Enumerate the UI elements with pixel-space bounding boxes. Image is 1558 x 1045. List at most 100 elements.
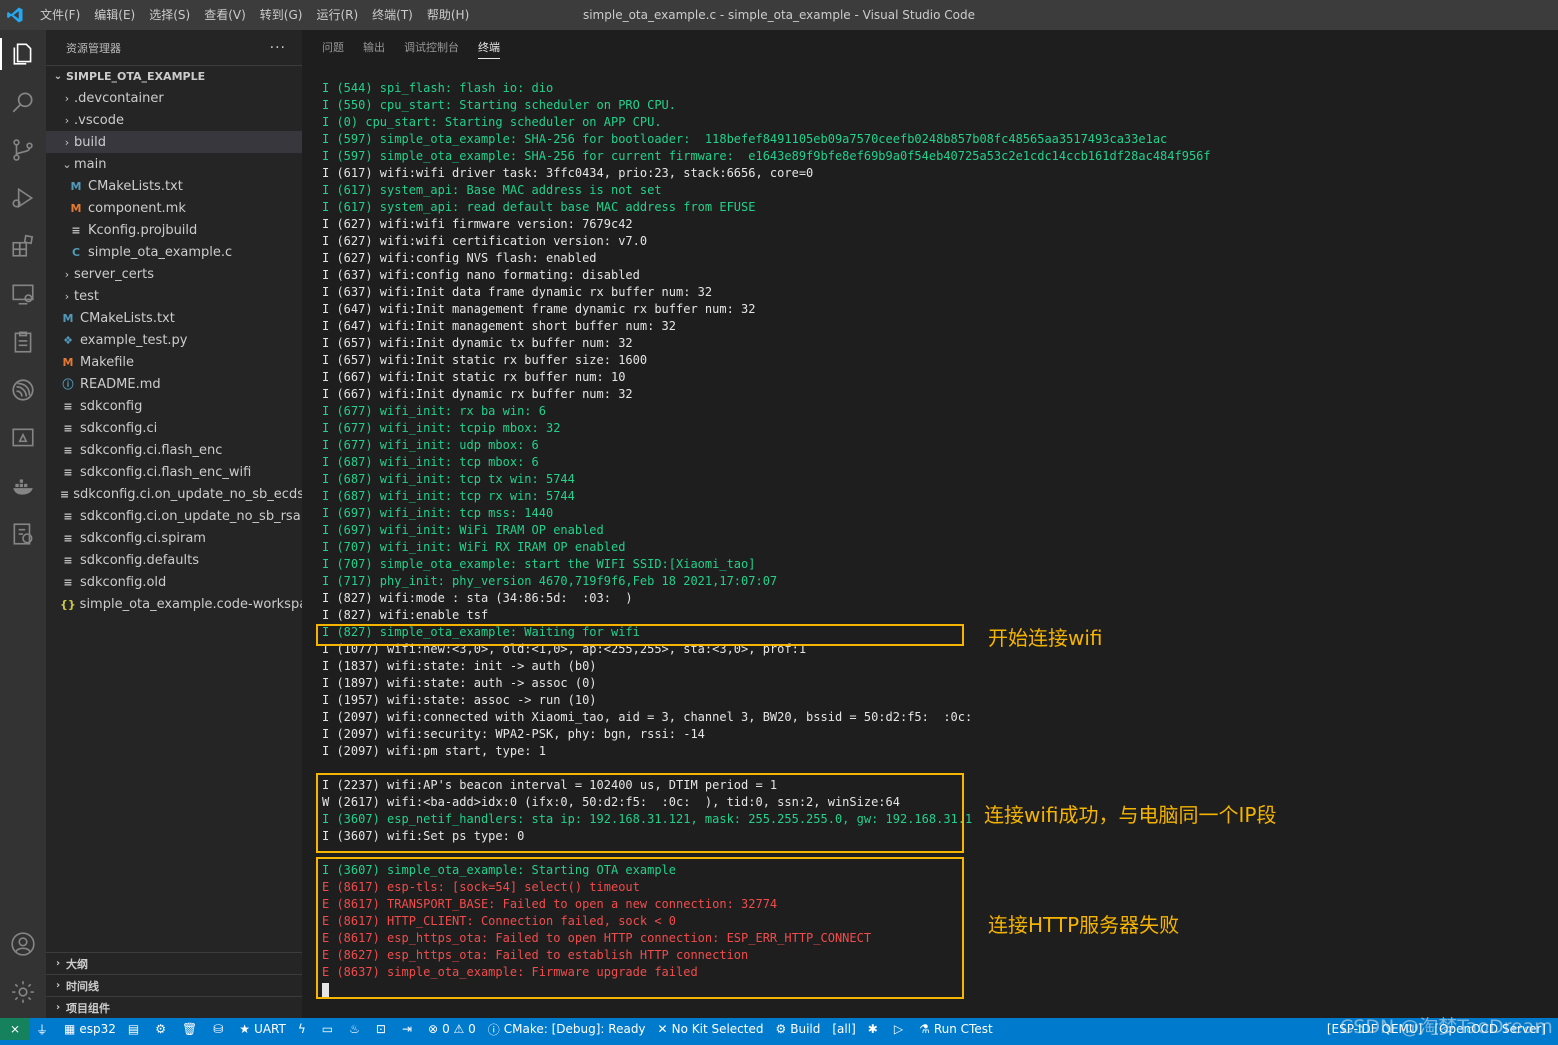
tree-item[interactable]: Mcomponent.mk: [46, 197, 302, 219]
remote-indicator-icon[interactable]: ⨯: [0, 1018, 30, 1040]
status-item[interactable]: ⚙ Build: [769, 1018, 826, 1040]
project-section-header[interactable]: ⌄ SIMPLE_OTA_EXAMPLE: [46, 65, 302, 87]
pio-icon[interactable]: [7, 422, 39, 454]
panel-tab[interactable]: 问题: [322, 30, 344, 65]
tree-item[interactable]: ≡ sdkconfig.ci.spiram: [46, 527, 302, 549]
terminal-line: I (657) wifi:Init static rx buffer size:…: [322, 353, 648, 367]
highlight-wifi-connected: [316, 773, 964, 853]
file-type-icon: M: [62, 355, 74, 369]
terminal-line: I (697) wifi_init: tcp mss: 1440: [322, 506, 554, 520]
tree-item[interactable]: M Makefile: [46, 351, 302, 373]
tree-item[interactable]: › build: [46, 131, 302, 153]
status-item[interactable]: ▷: [888, 1018, 913, 1040]
status-item[interactable]: ✕ No Kit Selected: [652, 1018, 770, 1040]
settings-gear-icon[interactable]: [7, 976, 39, 1008]
tree-item[interactable]: ⓘ README.md: [46, 373, 302, 395]
tree-item[interactable]: ≡ Kconfig.projbuild: [46, 219, 302, 241]
tree-item[interactable]: › server_certs: [46, 263, 302, 285]
status-item-label: esp32: [79, 1022, 116, 1036]
collapsed-section-header[interactable]: › 项目组件: [46, 996, 302, 1018]
tree-item[interactable]: M CMakeLists.txt: [46, 307, 302, 329]
collapsed-section-header[interactable]: › 大纲: [46, 952, 302, 974]
tree-item[interactable]: ≡ sdkconfig.old: [46, 571, 302, 593]
tree-item[interactable]: ⌄ main: [46, 153, 302, 175]
tree-item[interactable]: ≡ sdkconfig.ci.on_update_no_sb_ecdsa: [46, 483, 312, 505]
tree-item[interactable]: M CMakeLists.txt: [46, 175, 302, 197]
tree-item[interactable]: Csimple_ota_example.c: [46, 241, 302, 263]
panel-tab[interactable]: 输出: [363, 30, 385, 65]
menu-item[interactable]: 运行(R): [309, 0, 365, 30]
menu-item[interactable]: 帮助(H): [420, 0, 476, 30]
file-type-icon: ≡: [71, 223, 81, 237]
tree-item[interactable]: {} simple_ota_example.code-workspace: [46, 593, 322, 615]
panel-tab[interactable]: 调试控制台: [404, 30, 459, 65]
tree-item[interactable]: ≡ sdkconfig.ci.flash_enc: [46, 439, 302, 461]
tree-item[interactable]: › test: [46, 285, 302, 307]
tree-item-label: sdkconfig.ci.flash_enc: [80, 442, 223, 458]
terminal-line: I (617) wifi:wifi driver task: 3ffc0434,…: [322, 166, 814, 180]
espressif-icon[interactable]: [7, 374, 39, 406]
status-item[interactable]: ⚙: [149, 1018, 176, 1040]
tree-item[interactable]: ≡ sdkconfig.ci.flash_enc_wifi: [46, 461, 302, 483]
tree-item-label: sdkconfig.ci.spiram: [80, 530, 206, 546]
status-item[interactable]: 🗑: [176, 1018, 207, 1040]
watermark: CSDN @淘梦TaoDream: [1340, 1016, 1553, 1038]
status-item-label: 0 ⚠ 0: [442, 1022, 476, 1036]
status-item[interactable]: ▦ esp32: [58, 1018, 122, 1040]
menu-item[interactable]: 转到(G): [253, 0, 310, 30]
status-item[interactable]: [all]: [826, 1018, 861, 1040]
menu-item[interactable]: 选择(S): [142, 0, 197, 30]
source-control-icon[interactable]: [7, 134, 39, 166]
terminal-line: I (617) system_api: Base MAC address is …: [322, 183, 662, 197]
file-type-icon: ≡: [63, 509, 73, 523]
tree-item-label: .vscode: [74, 112, 124, 128]
status-item[interactable]: ♨: [343, 1018, 370, 1040]
menu-item[interactable]: 文件(F): [33, 0, 87, 30]
status-item[interactable]: ★ UART: [233, 1018, 292, 1040]
menu-item[interactable]: 编辑(E): [87, 0, 142, 30]
tasks-icon[interactable]: [7, 326, 39, 358]
section-title: 大纲: [66, 957, 88, 971]
status-item[interactable]: ✱: [862, 1018, 888, 1040]
tree-item-label: component.mk: [88, 200, 186, 216]
status-item[interactable]: ⇥: [396, 1018, 422, 1040]
status-item[interactable]: ⊡: [370, 1018, 396, 1040]
status-item[interactable]: ⏚: [30, 1018, 58, 1040]
status-item[interactable]: ϟ: [292, 1018, 316, 1040]
menu-item[interactable]: 查看(V): [197, 0, 253, 30]
run-debug-icon[interactable]: [7, 182, 39, 214]
remote-explorer-icon[interactable]: [7, 278, 39, 310]
tree-item-label: CMakeLists.txt: [88, 178, 183, 194]
status-item[interactable]: ⊗ 0 ⚠ 0: [422, 1018, 482, 1040]
chevron-down-icon: ⌄: [53, 71, 63, 82]
menu-item[interactable]: 终端(T): [365, 0, 420, 30]
collapsed-section-header[interactable]: › 时间线: [46, 974, 302, 996]
tree-item[interactable]: › .devcontainer: [46, 87, 302, 109]
extensions-icon[interactable]: [7, 230, 39, 262]
bottom-panel: 问题 输出 调试控制台 终端 I (544) spi_flash: flash io:…: [302, 30, 1558, 1018]
sidebar-title: 资源管理器: [66, 41, 121, 55]
search-icon[interactable]: [7, 86, 39, 118]
terminal-line: I (2097) wifi:pm start, type: 1: [322, 744, 546, 758]
file-type-icon: ≡: [63, 575, 73, 589]
status-item[interactable]: ▤: [122, 1018, 149, 1040]
status-item[interactable]: ▭: [316, 1018, 343, 1040]
file-type-icon: C: [71, 245, 81, 259]
status-item[interactable]: ⚗ Run CTest: [913, 1018, 999, 1040]
tree-item[interactable]: ≡ sdkconfig.defaults: [46, 549, 302, 571]
tree-item[interactable]: › .vscode: [46, 109, 302, 131]
docker-icon[interactable]: [7, 470, 39, 502]
tree-item[interactable]: ≡ sdkconfig.ci.on_update_no_sb_rsa: [46, 505, 302, 527]
account-icon[interactable]: [7, 928, 39, 960]
tree-item[interactable]: ≡ sdkconfig: [46, 395, 302, 417]
tree-item[interactable]: ❖ example_test.py: [46, 329, 302, 351]
status-item[interactable]: ⓘ CMake: [Debug]: Ready: [482, 1018, 652, 1040]
chevron-right-icon: ›: [64, 91, 70, 105]
more-actions-icon[interactable]: ···: [270, 40, 286, 56]
panel-tab[interactable]: 终端: [478, 30, 500, 65]
explorer-icon[interactable]: [7, 38, 39, 70]
status-item[interactable]: ⛁: [207, 1018, 233, 1040]
tree-item[interactable]: ≡ sdkconfig.ci: [46, 417, 302, 439]
terminal-line: I (1957) wifi:state: assoc -> run (10): [322, 693, 597, 707]
test-icon[interactable]: [7, 518, 39, 550]
